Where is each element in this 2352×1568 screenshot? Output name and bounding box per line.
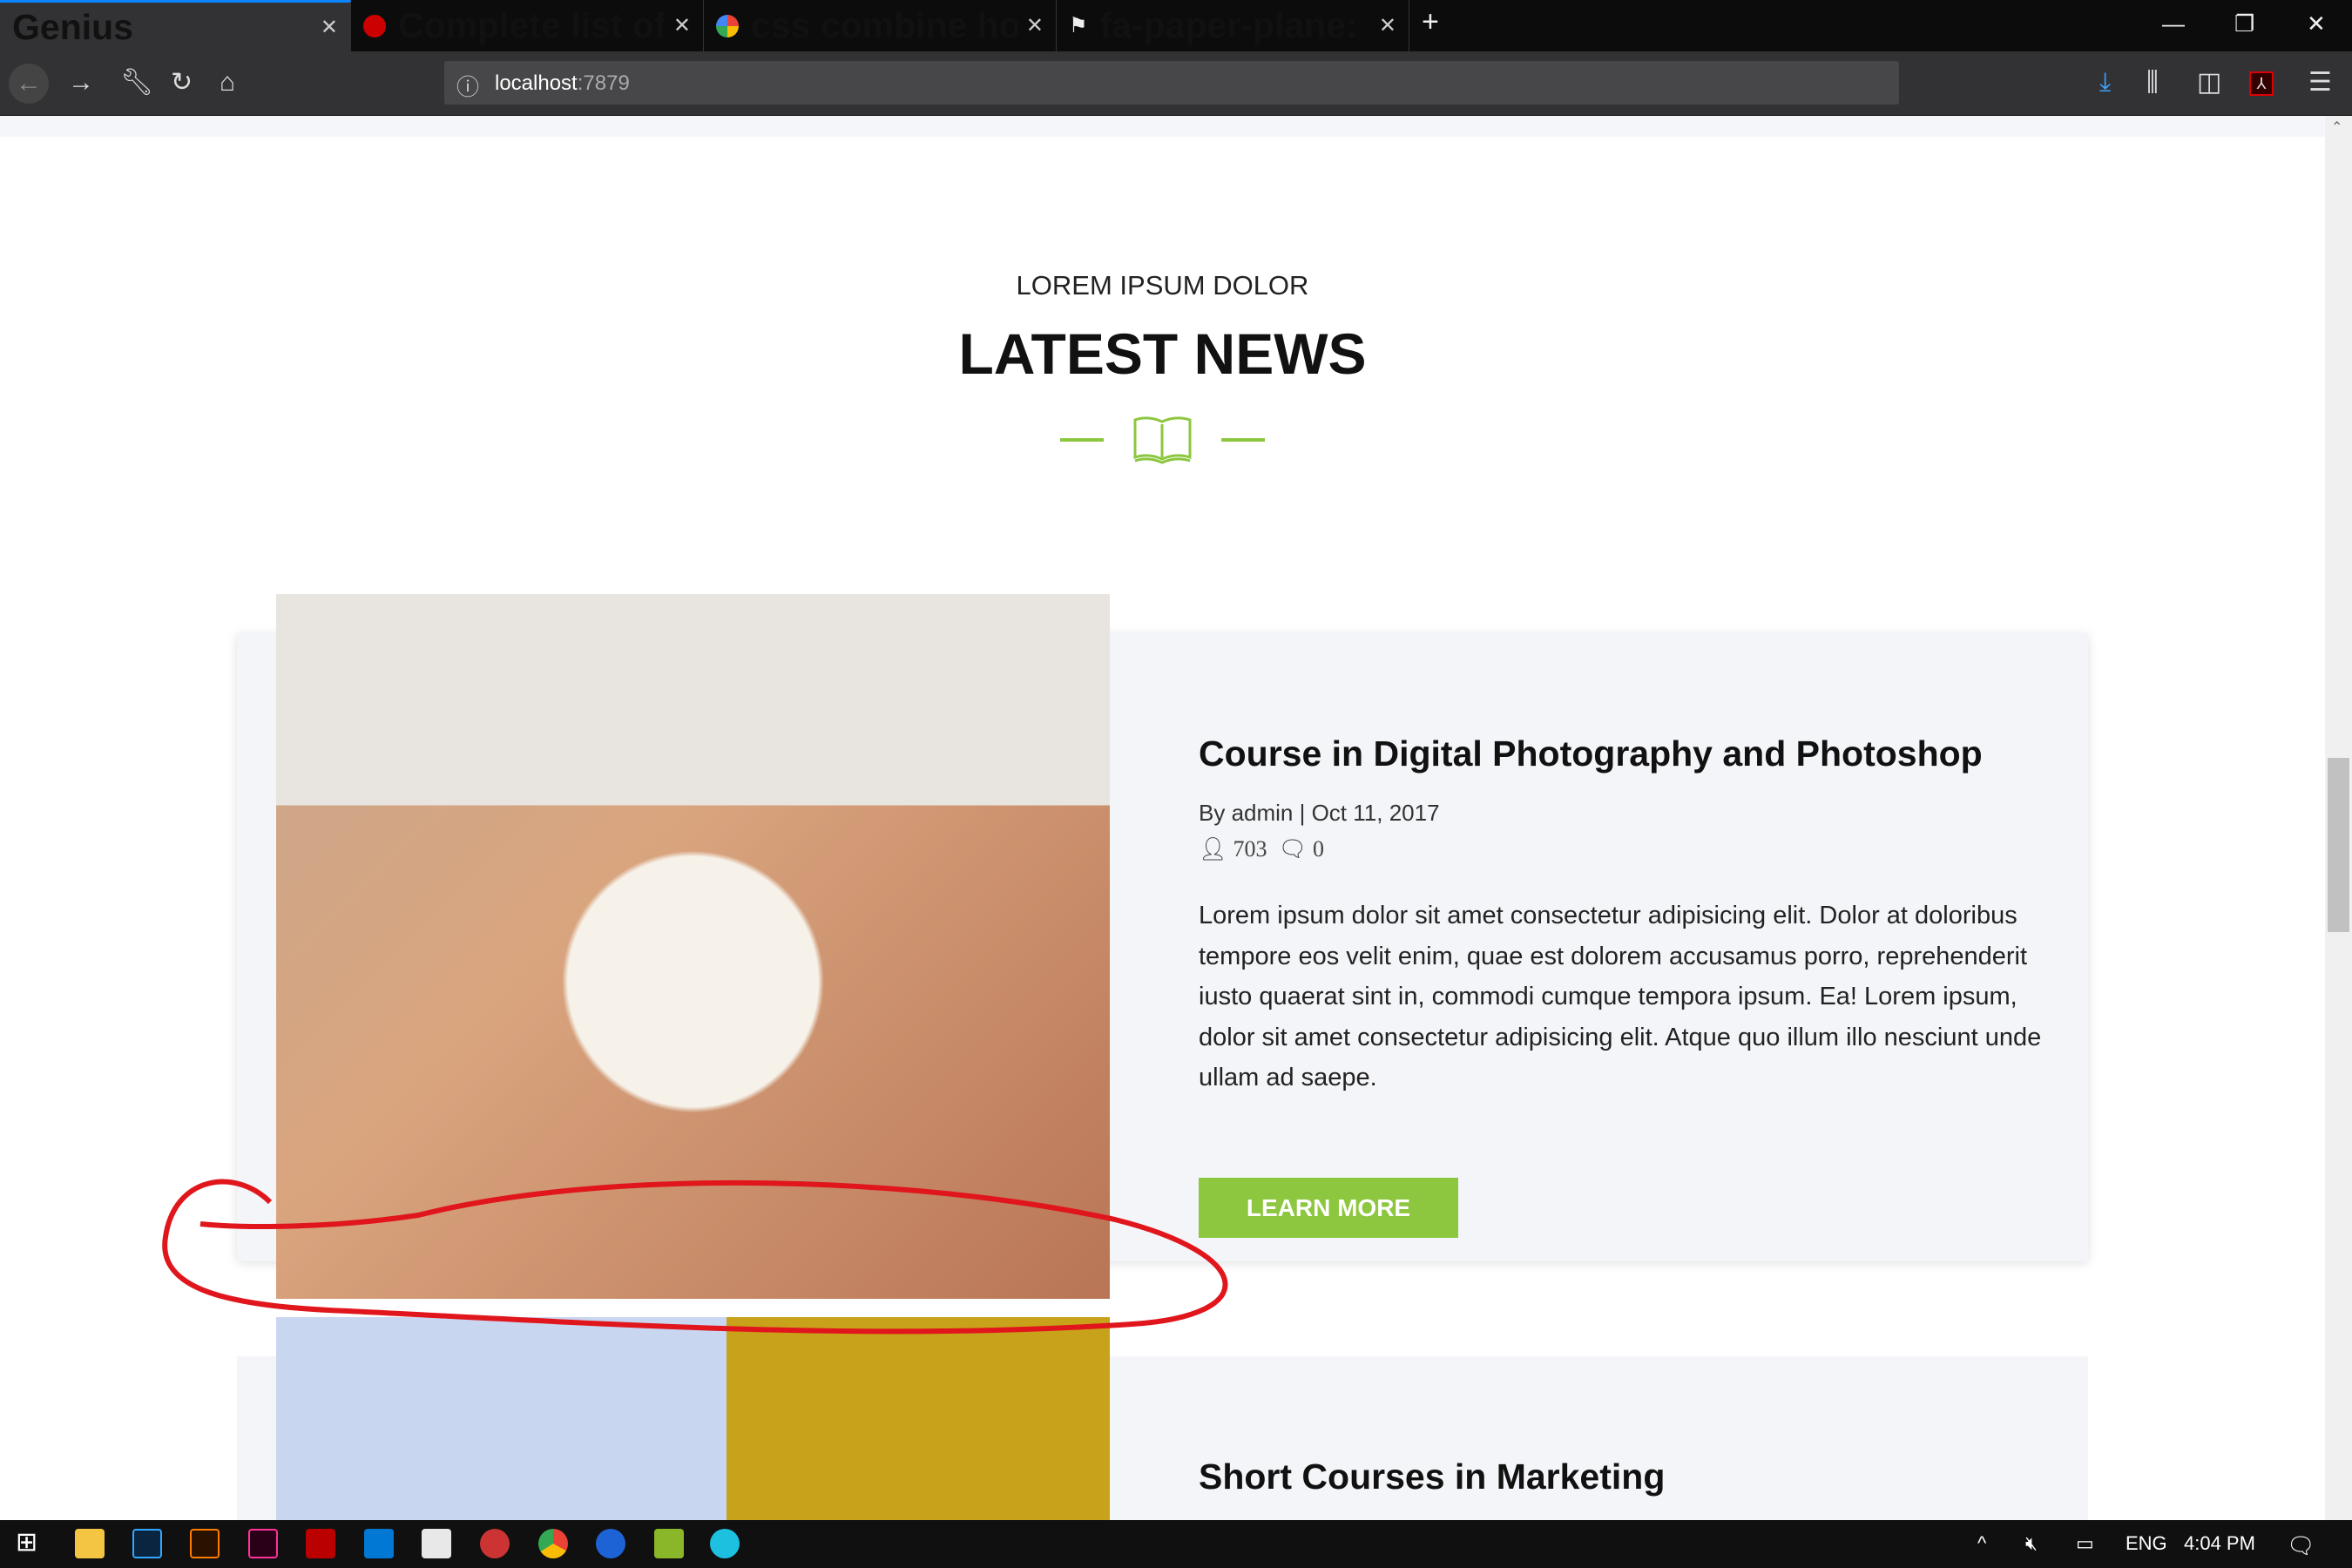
new-tab-icon[interactable]: + [1422,5,1439,39]
url-bar[interactable] [444,61,1899,105]
post-meta: By admin | Oct 11, 2017 [1199,800,1440,826]
tab-title: Complete list of Font Awesome [398,5,665,45]
page-top-strip [0,116,2325,137]
tab-bar: Genius ✕ Complete list of Font Awesome ✕ c… [0,0,2352,51]
tab-paper-plane[interactable]: ⚑ fa-paper-plane: Font Awesome ✕ [1057,0,1409,51]
tab-title: css combine hover and before [751,5,1017,45]
flag-icon: ⚑ [1069,14,1088,37]
scrollbar-thumb[interactable] [2328,758,2349,932]
google-icon [716,14,739,37]
photoshop-icon[interactable] [132,1529,162,1558]
indesign-icon[interactable] [248,1529,278,1558]
tab-genius[interactable]: Genius ✕ [0,0,351,51]
chrome-icon[interactable] [538,1529,568,1558]
book-icon [1133,416,1192,464]
tab-title: Genius [12,6,133,47]
library-icon[interactable]: ⫼ [2146,67,2159,98]
close-tab-icon[interactable]: ✕ [1026,13,1044,38]
view-count: 703 [1233,836,1267,862]
reload-icon[interactable]: ↻ [171,67,193,98]
close-tab-icon[interactable]: ✕ [321,15,338,40]
divider-line-right [1221,438,1265,442]
app-icon[interactable] [480,1529,510,1558]
post-image-illustration [276,1317,1110,1520]
download-icon[interactable]: ⤓ [2099,67,2111,98]
sourcetree-icon[interactable] [422,1529,451,1558]
pdf-icon[interactable]: ⅄ [2249,71,2274,96]
back-icon[interactable]: ← [9,64,49,104]
restore-icon[interactable]: ❐ [2234,10,2254,37]
user-icon: 👤︎ [1199,836,1228,862]
tab-title: fa-paper-plane: Font Awesome [1099,5,1370,45]
forward-icon[interactable]: → [68,67,94,98]
post-stats: 👤︎ 703 🗨︎ 0 [1199,836,1324,862]
red-circle-icon [363,14,386,37]
windows-start-icon[interactable]: ⊞ [16,1527,37,1558]
comment-count: 0 [1313,836,1325,862]
close-window-icon[interactable]: ✕ [2307,10,2326,37]
post-excerpt: Lorem ipsum dolor sit amet consectetur a… [1199,902,2042,1092]
tab-font-awesome-list[interactable]: Complete list of Font Awesome ✕ [351,0,704,51]
file-explorer-icon[interactable] [75,1529,105,1558]
clock[interactable]: 4:04 PM [2184,1532,2255,1555]
post-title[interactable]: Short Courses in Marketing [1199,1456,1665,1497]
comments-icon: 🗨︎ [1278,836,1308,862]
filezilla-icon[interactable] [306,1529,335,1558]
wrench-icon[interactable]: 🔧︎ [120,67,153,98]
tab-css-hover[interactable]: css combine hover and before ✕ [704,0,1057,51]
tray-chevron-icon[interactable]: ^ [1977,1532,1986,1555]
url-text[interactable]: localhost:7879 [495,71,630,96]
scroll-up-icon[interactable]: ⌃ [2331,118,2342,136]
firefox-icon[interactable] [596,1529,625,1558]
close-tab-icon[interactable]: ✕ [673,13,691,38]
menu-icon[interactable]: ☰ [2308,67,2332,98]
vscode-icon[interactable] [364,1529,394,1558]
taskbar: ⊞ ^ 🔇︎ ▭ ENG 4:04 PM 🗨︎ [0,1520,2352,1568]
illustrator-icon[interactable] [190,1529,220,1558]
divider-line-left [1060,438,1104,442]
language-indicator[interactable]: ENG [2126,1532,2167,1555]
volume-muted-icon[interactable]: 🔇︎ [2025,1532,2038,1555]
battery-icon[interactable]: ▭ [2076,1532,2094,1555]
lambda-app-icon[interactable] [654,1529,684,1558]
learn-more-button[interactable]: LEARN MORE [1199,1178,1458,1238]
sidebar-icon[interactable]: ◫ [2197,67,2221,98]
post-image-desk [276,594,1110,1299]
info-icon[interactable]: ⓘ [456,70,479,102]
section-heading: LATEST NEWS [958,321,1367,386]
app-icon[interactable] [710,1529,740,1558]
notifications-icon[interactable]: 🗨︎ [2287,1532,2315,1559]
post-title[interactable]: Course in Digital Photography and Photos… [1199,733,1983,774]
section-kicker: LOREM IPSUM DOLOR [1016,270,1309,301]
minimize-icon[interactable]: — [2162,10,2185,37]
home-icon[interactable]: ⌂ [220,67,235,98]
close-tab-icon[interactable]: ✕ [1379,13,1396,38]
